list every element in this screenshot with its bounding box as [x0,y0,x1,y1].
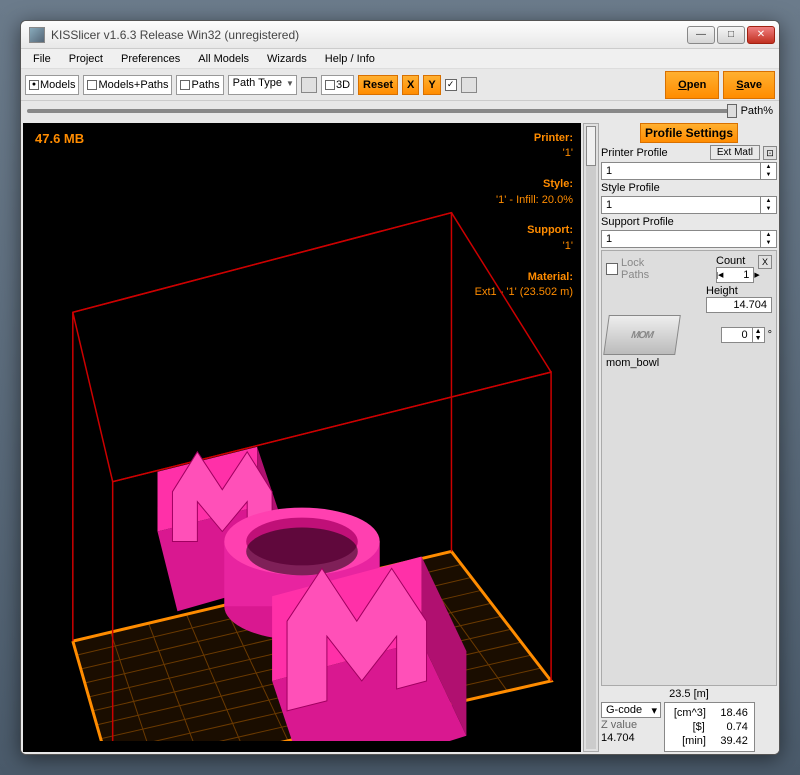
filament-length: 23.5 [m] [601,688,777,700]
ext-matl-button[interactable]: Ext Matl [710,145,760,160]
scrollbar-thumb-icon[interactable] [586,126,596,166]
window-title: KISSlicer v1.6.3 Release Win32 (unregist… [51,28,687,42]
open-button[interactable]: Open [665,71,719,99]
view-models-toggle[interactable]: Models [25,75,79,95]
reset-button[interactable]: Reset [358,75,398,95]
radio-icon [180,80,190,90]
profile-settings-button[interactable]: Profile Settings [640,123,738,143]
save-button[interactable]: Save [723,71,775,99]
path-type-dropdown[interactable]: Path Type [228,75,297,95]
remove-model-button[interactable]: X [758,255,772,269]
zvalue-value: 14.704 [601,732,661,744]
style-profile-select[interactable]: 1▲▼ [601,196,777,214]
checkbox-icon [325,80,335,90]
model-panel: Lock Paths Count X ◀1▶ Height 14.704 MO [601,250,777,686]
path-slider-row: Path% [21,101,779,121]
printer-profile-select[interactable]: 1▲▼ [601,162,777,180]
3d-toggle[interactable]: 3D [321,75,354,95]
maximize-button[interactable]: □ [717,26,745,44]
zvalue-label: Z value [601,719,661,731]
color-swatch[interactable] [301,77,317,93]
lock-paths-label: Lock Paths [621,257,649,281]
support-profile-label: Support Profile [601,216,777,228]
menu-preferences[interactable]: Preferences [113,51,188,67]
height-input[interactable]: 14.704 [706,297,772,313]
count-label: Count [716,255,745,267]
slider-thumb-icon[interactable] [727,104,737,118]
printer-profile-label: Printer Profile [601,147,668,159]
style-profile-label: Style Profile [601,182,777,194]
sidebar: Profile Settings Printer Profile Ext Mat… [599,121,779,754]
menu-all-models[interactable]: All Models [190,51,257,67]
3d-viewport[interactable]: 47.6 MB Printer: '1' Style: '1' - Infill… [23,123,581,752]
app-window: KISSlicer v1.6.3 Release Win32 (unregist… [20,20,780,755]
model-thumbnail[interactable]: MOM [603,315,681,355]
menu-project[interactable]: Project [61,51,111,67]
angle-unit-label: ° [768,329,772,341]
y-button[interactable]: Y [423,75,440,95]
menu-wizards[interactable]: Wizards [259,51,315,67]
close-button[interactable]: ✕ [747,26,775,44]
menu-file[interactable]: File [25,51,59,67]
menubar: File Project Preferences All Models Wiza… [21,49,779,69]
height-label: Height [706,285,738,297]
model-name-label: mom_bowl [606,357,772,369]
minimize-button[interactable]: — [687,26,715,44]
x-button[interactable]: X [402,75,419,95]
preview-checkbox[interactable] [445,79,457,91]
3d-scene [23,123,581,741]
lock-paths-checkbox[interactable] [606,263,618,275]
radio-icon [87,80,97,90]
menu-help[interactable]: Help / Info [317,51,383,67]
path-slider[interactable] [27,109,737,113]
support-profile-select[interactable]: 1▲▼ [601,230,777,248]
close-panel-icon[interactable]: ⊡ [763,146,777,160]
radio-icon [29,80,39,90]
path-percent-label: Path% [741,105,773,117]
titlebar[interactable]: KISSlicer v1.6.3 Release Win32 (unregist… [21,21,779,49]
layer-scrollbar[interactable] [583,123,599,752]
toolbar: Models Models+Paths Paths Path Type 3D R… [21,69,779,101]
angle-spinner[interactable]: 0▲▼ [721,327,765,343]
gcode-dropdown[interactable]: G-code [601,702,661,718]
count-spinner[interactable]: ◀1▶ [716,267,754,283]
app-icon [29,27,45,43]
option-square[interactable] [461,77,477,93]
view-models-paths-toggle[interactable]: Models+Paths [83,75,172,95]
view-paths-toggle[interactable]: Paths [176,75,223,95]
stats-readout: [cm^3] 18.46 [$] 0.74 [min] 39.42 [664,702,755,752]
